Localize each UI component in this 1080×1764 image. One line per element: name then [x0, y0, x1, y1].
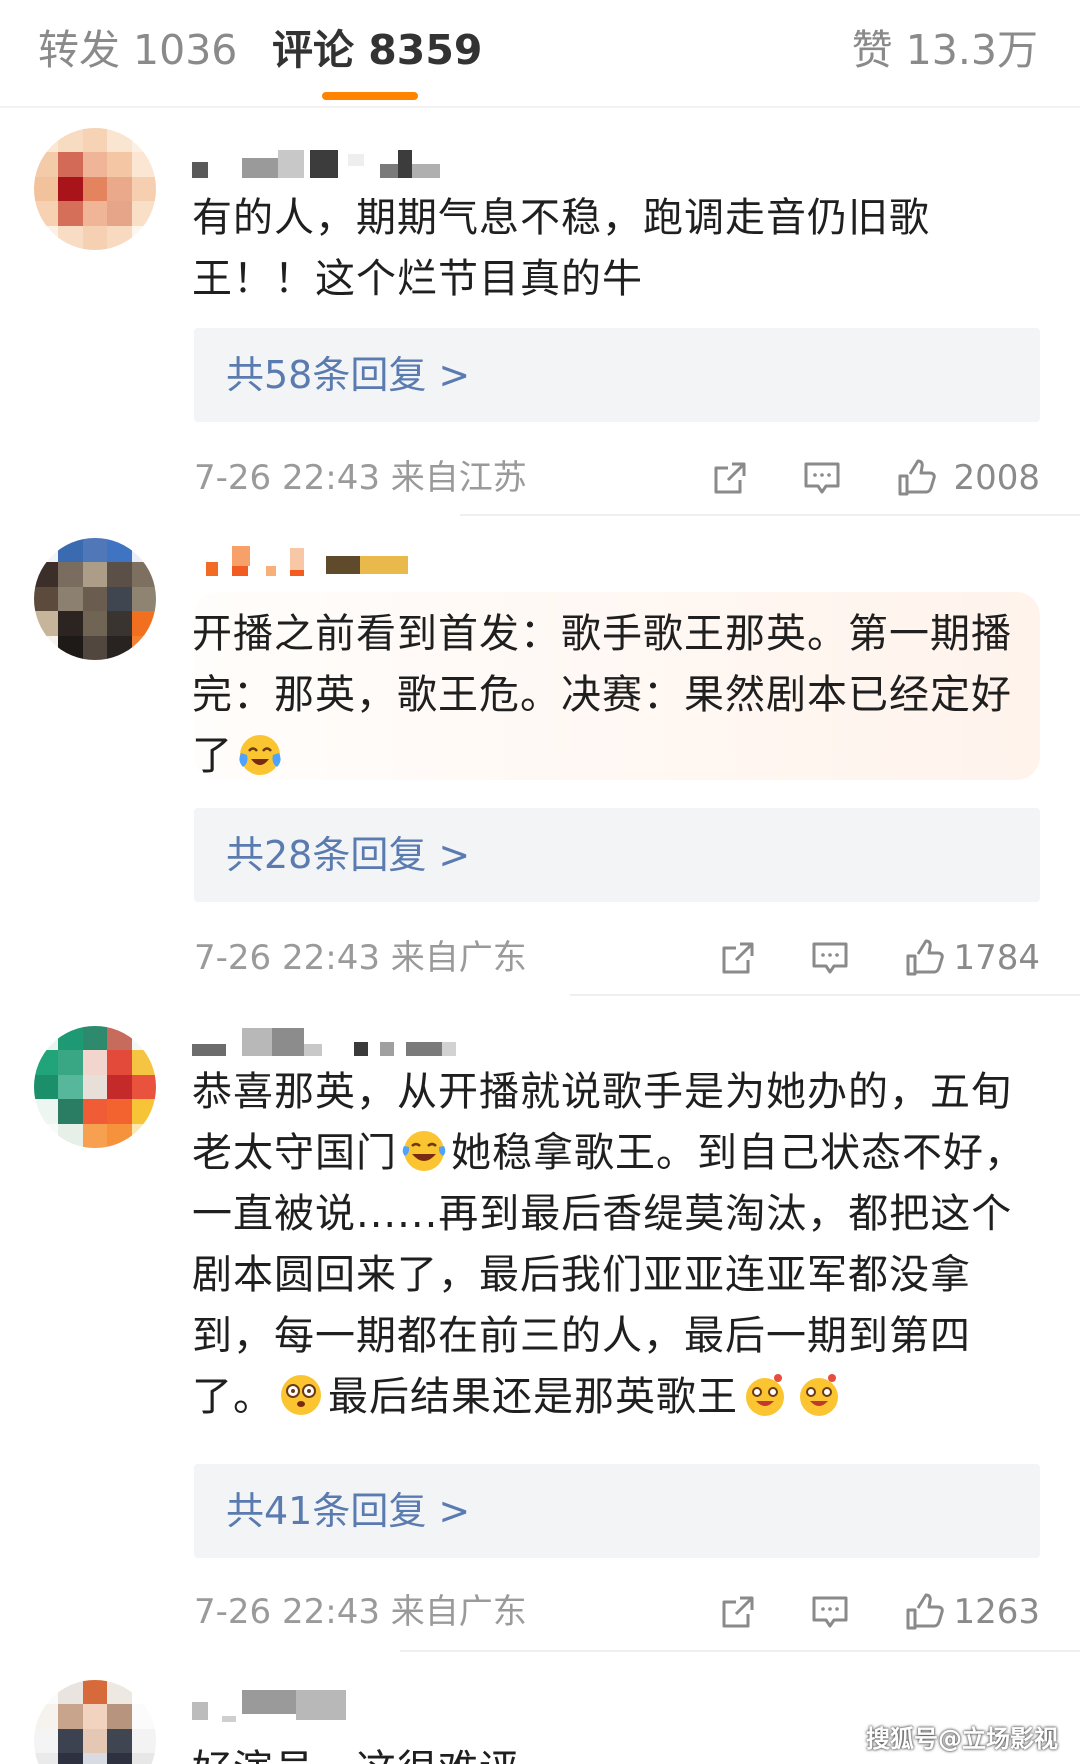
comment-meta: 7-26 22:43 来自广东 1263	[192, 1582, 1040, 1642]
avatar[interactable]	[34, 1680, 156, 1764]
tab-like[interactable]: 赞 13.3万	[852, 20, 1038, 80]
reply-count-link[interactable]: 共58条回复 >	[226, 346, 470, 404]
crying-laughing-emoji	[239, 735, 281, 775]
time-location: 7-26 22:43 来自江苏	[194, 458, 527, 498]
username-blurred[interactable]	[192, 1688, 472, 1722]
divider	[570, 994, 1080, 996]
reply-summary[interactable]: 共58条回复 >	[194, 328, 1040, 422]
laughing-tears-emoji	[402, 1131, 446, 1171]
comment-meta: 7-26 22:43 来自江苏 2008	[192, 448, 1040, 508]
tab-comment[interactable]: 评论 8359	[272, 20, 482, 80]
like-count: 1263	[953, 1592, 1040, 1632]
comment-item: 恭喜那英，从开播就说歌手是为她办的，五旬老太守国门 她稳拿歌王。到自己状态不好，一…	[0, 998, 1080, 1658]
time-location: 7-26 22:43 来自广东	[194, 938, 527, 978]
dizzy-emoji	[281, 1375, 321, 1415]
comment-item: 开播之前看到首发：歌手歌王那英。第一期播完：那英，歌王危。决赛：果然剧本已经定好…	[0, 518, 1080, 998]
comment-text: 开播之前看到首发：歌手歌王那英。第一期播完：那英，歌王危。决赛：果然剧本已经定好…	[192, 604, 1042, 787]
like-icon[interactable]	[904, 938, 944, 978]
avatar[interactable]	[34, 1026, 156, 1148]
avatar[interactable]	[34, 128, 156, 250]
divider	[460, 514, 1080, 516]
comment-icon[interactable]	[810, 938, 850, 978]
comment-text: 恭喜那英，从开播就说歌手是为她办的，五旬老太守国门 她稳拿歌王。到自己状态不好，一…	[192, 1062, 1042, 1428]
comment-icon[interactable]	[802, 458, 842, 498]
comment-text-part: 开播之前看到首发：歌手歌王那英。第一期播完：那英，歌王危。决赛：果然剧本已经定好…	[192, 611, 1012, 779]
reply-summary[interactable]: 共28条回复 >	[194, 808, 1040, 902]
reply-count-link[interactable]: 共41条回复 >	[226, 1482, 470, 1540]
comment-tabs: 转发 1036 评论 8359 赞 13.3万	[0, 0, 1080, 108]
comment-meta: 7-26 22:43 来自广东 1784	[192, 928, 1040, 988]
like-icon[interactable]	[904, 1592, 944, 1632]
username-blurred[interactable]	[192, 146, 472, 180]
like-count: 1784	[953, 938, 1040, 978]
time-location: 7-26 22:43 来自广东	[194, 1592, 527, 1632]
share-icon[interactable]	[710, 458, 750, 498]
avatar[interactable]	[34, 538, 156, 660]
watermark: 搜狐号@立场影视	[866, 1725, 1058, 1753]
comment-item: 有的人，期期气息不稳，跑调走音仍旧歌王！！这个烂节目真的牛 共58条回复 > 7…	[0, 108, 1080, 518]
share-icon[interactable]	[718, 1592, 758, 1632]
username-blurred[interactable]	[192, 1024, 472, 1058]
reply-summary[interactable]: 共41条回复 >	[194, 1464, 1040, 1558]
tab-repost[interactable]: 转发 1036	[38, 20, 237, 80]
like-icon[interactable]	[896, 458, 936, 498]
surprised-emoji	[800, 1374, 838, 1416]
comment-icon[interactable]	[810, 1592, 850, 1632]
surprised-emoji	[746, 1374, 784, 1416]
like-count: 2008	[953, 458, 1040, 498]
divider	[400, 1650, 1080, 1652]
comment-text: 有的人，期期气息不稳，跑调走音仍旧歌王！！这个烂节目真的牛	[192, 195, 930, 302]
active-tab-indicator	[322, 92, 418, 100]
comment-text-part: 最后结果还是那英歌王	[328, 1374, 738, 1420]
username-blurred[interactable]	[192, 542, 472, 576]
share-icon[interactable]	[718, 938, 758, 978]
reply-count-link[interactable]: 共28条回复 >	[226, 826, 470, 884]
